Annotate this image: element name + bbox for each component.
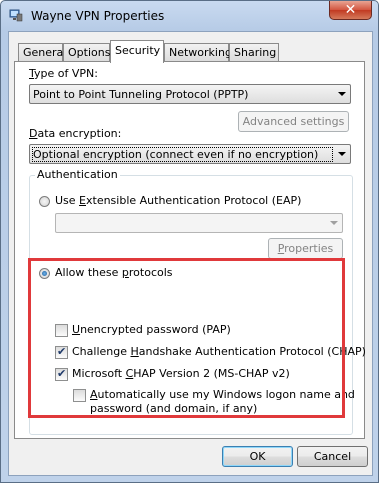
- close-icon: ✕: [344, 2, 357, 18]
- title-bar[interactable]: Wayne VPN Properties ✕: [1, 1, 378, 31]
- allow-protocols-radio[interactable]: [39, 268, 50, 279]
- tab-label: Security: [115, 44, 161, 57]
- eap-radio-label[interactable]: Use Extensible Authentication Protocol (…: [55, 194, 301, 207]
- advanced-settings-button[interactable]: Advanced settings: [238, 111, 349, 132]
- auto-logon-checkbox[interactable]: [73, 389, 86, 402]
- dropdown-arrow-icon: [330, 221, 338, 225]
- pap-checkbox[interactable]: [55, 324, 68, 337]
- pap-label[interactable]: Unencrypted password (PAP): [72, 323, 231, 336]
- tab-networking[interactable]: Networking: [164, 43, 232, 61]
- eap-radio[interactable]: [39, 196, 50, 207]
- dropdown-arrow-icon: [338, 92, 346, 96]
- vpn-type-label: Type of VPN:: [29, 67, 98, 80]
- properties-window: Wayne VPN Properties ✕ General Options S…: [0, 0, 379, 483]
- encryption-select[interactable]: Optional encryption (connect even if no …: [29, 144, 351, 164]
- authentication-group-label: Authentication: [35, 168, 120, 181]
- tab-options[interactable]: Options: [63, 43, 110, 61]
- vpn-type-value: Point to Point Tunneling Protocol (PPTP): [33, 88, 249, 101]
- allow-protocols-label[interactable]: Allow these protocols: [55, 266, 173, 279]
- tab-label: General: [23, 46, 67, 59]
- network-connection-icon: [9, 9, 23, 22]
- tab-label: Options: [68, 46, 111, 59]
- dialog-client-area: General Options Security Networking Shar…: [8, 31, 373, 476]
- security-tab-page: Type of VPN: Point to Point Tunneling Pr…: [14, 61, 366, 439]
- close-button[interactable]: ✕: [329, 1, 372, 20]
- eap-properties-button[interactable]: Properties: [268, 238, 343, 259]
- ok-button[interactable]: OK: [222, 446, 293, 467]
- auto-logon-label-line1[interactable]: Automatically use my Windows logon name …: [90, 388, 355, 401]
- encryption-label: Data encryption:: [29, 127, 122, 140]
- dropdown-arrow-icon: [338, 152, 346, 156]
- mschapv2-checkbox[interactable]: [55, 367, 68, 381]
- chap-checkbox[interactable]: [55, 345, 68, 359]
- tab-general[interactable]: General: [18, 43, 67, 61]
- vpn-type-select[interactable]: Point to Point Tunneling Protocol (PPTP): [29, 84, 351, 104]
- tab-sharing[interactable]: Sharing: [229, 43, 279, 61]
- encryption-value: Optional encryption (connect even if no …: [32, 147, 333, 162]
- mschapv2-label[interactable]: Microsoft CHAP Version 2 (MS-CHAP v2): [72, 367, 290, 380]
- tab-security[interactable]: Security: [110, 40, 164, 63]
- cancel-button[interactable]: Cancel: [297, 446, 368, 467]
- tab-label: Networking: [169, 46, 232, 59]
- eap-method-select[interactable]: [55, 213, 343, 233]
- chap-label[interactable]: Challenge Handshake Authentication Proto…: [72, 345, 366, 358]
- auto-logon-label-line2[interactable]: password (and domain, if any): [90, 402, 257, 415]
- window-title: Wayne VPN Properties: [31, 9, 165, 23]
- tab-strip: General Options Security Networking Shar…: [14, 40, 374, 63]
- tab-label: Sharing: [234, 46, 277, 59]
